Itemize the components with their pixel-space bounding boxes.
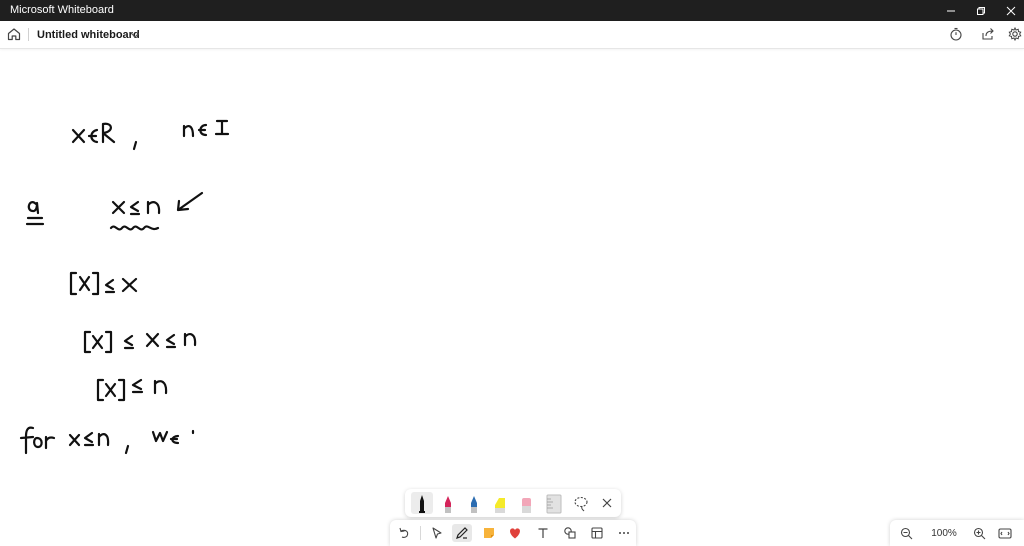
eraser-icon[interactable] [515, 492, 537, 514]
shapes-button[interactable] [560, 524, 580, 542]
pen-black-icon[interactable] [411, 492, 433, 514]
text-icon [538, 528, 548, 538]
more-button[interactable] [614, 524, 634, 542]
undo-icon [399, 527, 409, 538]
zoom-in-button[interactable] [969, 524, 989, 542]
ink-line-3 [69, 271, 138, 296]
lasso-icon[interactable] [570, 492, 592, 514]
ink-line-6 [19, 426, 195, 455]
ink-line-5 [96, 378, 168, 402]
select-button[interactable] [427, 524, 447, 542]
home-icon[interactable] [6, 26, 22, 42]
sticky-note-button[interactable] [479, 524, 499, 542]
minimize-icon [947, 10, 955, 11]
chevron-down-icon[interactable] [130, 30, 140, 40]
close-icon[interactable] [596, 492, 618, 514]
ink-line-4 [83, 330, 197, 354]
share-icon[interactable] [981, 27, 995, 41]
highlighter-yellow-icon[interactable] [489, 492, 511, 514]
restore-button[interactable] [966, 0, 996, 21]
close-window-button[interactable] [996, 0, 1024, 21]
zoom-in-icon [973, 527, 985, 539]
close-icon [1006, 6, 1016, 15]
pen-red-icon[interactable] [437, 492, 459, 514]
shapes-icon [564, 527, 576, 539]
undo-button[interactable] [394, 524, 414, 542]
fit-screen-icon [998, 527, 1012, 539]
pen-tray [405, 489, 621, 517]
app-header: Untitled whiteboard [0, 21, 1024, 49]
minimize-button[interactable] [936, 0, 966, 21]
zoom-level[interactable]: 100% [924, 528, 964, 539]
fit-screen-button[interactable] [995, 524, 1015, 542]
reactions-button[interactable] [505, 524, 525, 542]
zoom-controls: 100% [890, 520, 1024, 546]
more-icon [619, 532, 629, 534]
app-title: Microsoft Whiteboard [10, 4, 114, 16]
ink-line-2 [25, 191, 204, 231]
ink-line-1 [71, 119, 230, 151]
gear-icon[interactable] [1008, 27, 1022, 41]
ruler-icon[interactable] [543, 492, 565, 514]
templates-icon [591, 527, 603, 539]
board-title[interactable]: Untitled whiteboard [37, 29, 140, 41]
reactions-icon [510, 528, 520, 539]
toolbar-separator [420, 526, 421, 540]
header-divider [28, 28, 29, 41]
zoom-out-icon [900, 527, 912, 539]
pen-button[interactable] [452, 524, 472, 542]
sticky-note-icon [484, 528, 494, 538]
select-icon [432, 527, 442, 539]
title-bar: Microsoft Whiteboard [0, 0, 1024, 21]
ink-strokes [19, 119, 230, 455]
zoom-out-button[interactable] [896, 524, 916, 542]
pen-blue-icon[interactable] [463, 492, 485, 514]
templates-button[interactable] [587, 524, 607, 542]
restore-icon [977, 6, 985, 15]
whiteboard-canvas[interactable] [0, 49, 1024, 546]
main-toolbar [390, 520, 636, 546]
pen-icon [456, 527, 468, 539]
timer-icon[interactable] [949, 27, 963, 41]
text-button[interactable] [533, 524, 553, 542]
